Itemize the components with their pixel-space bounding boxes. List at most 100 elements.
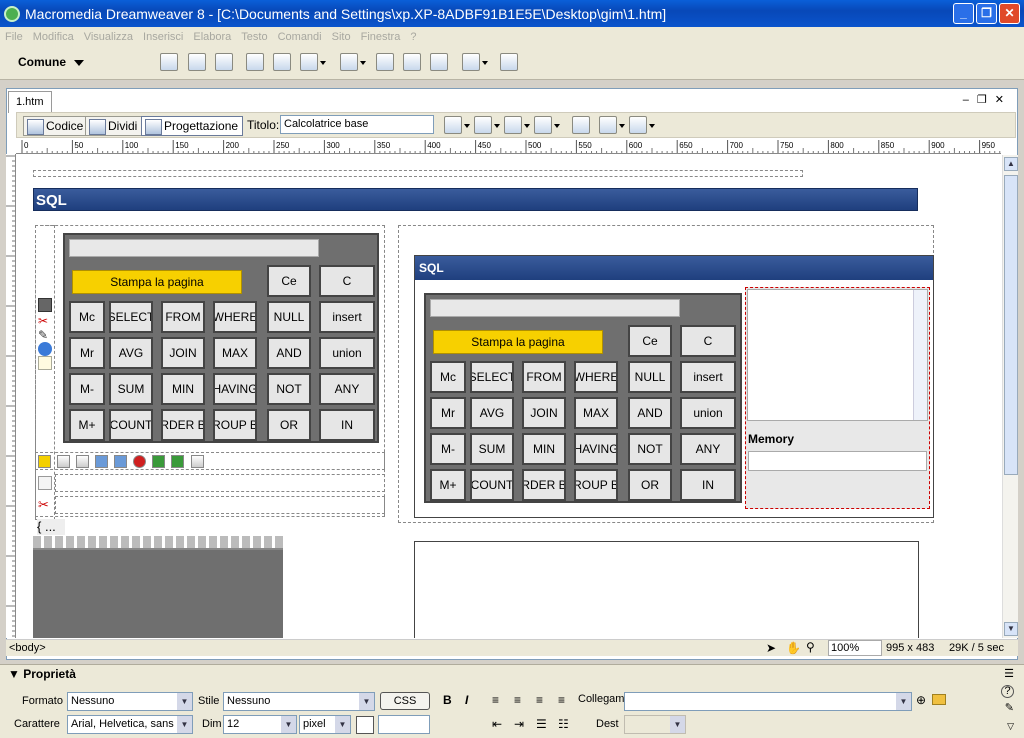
design-canvas[interactable]: SQL ✂ ✎ Stampa la pagina Ce C Mc SELECT FR… bbox=[17, 155, 1002, 638]
delete-icon[interactable] bbox=[133, 455, 147, 468]
calc-key-roup-b-right[interactable]: ROUP B bbox=[574, 469, 618, 501]
calc-key-m--right[interactable]: M- bbox=[430, 433, 466, 465]
calc-key-count[interactable]: COUNT bbox=[109, 409, 153, 441]
calc-key-m-[interactable]: M+ bbox=[69, 409, 105, 441]
calculator-display[interactable] bbox=[69, 239, 319, 257]
calc-key-sum-right[interactable]: SUM bbox=[470, 433, 514, 465]
numbered-list-icon[interactable]: ☷ bbox=[558, 717, 569, 731]
color-input[interactable] bbox=[378, 715, 430, 734]
font-select[interactable]: Arial, Helvetica, sans bbox=[67, 715, 193, 734]
restore-button[interactable]: ❐ bbox=[976, 3, 997, 24]
named-anchor-icon[interactable] bbox=[215, 53, 233, 71]
split-view-button[interactable]: Dividi bbox=[85, 116, 143, 136]
panel-options-icon[interactable]: ☰ bbox=[1004, 667, 1014, 680]
point-to-file-icon[interactable]: ⊕ bbox=[916, 693, 926, 707]
menu-elabora[interactable]: Elabora bbox=[188, 31, 236, 43]
zoom-select[interactable]: 100% bbox=[828, 640, 882, 656]
calc-key-select[interactable]: SELECT bbox=[109, 301, 153, 333]
properties-title[interactable]: ▼ Proprietà bbox=[8, 667, 76, 681]
menu-comandi[interactable]: Comandi bbox=[273, 31, 327, 43]
preview-icon[interactable] bbox=[474, 116, 500, 134]
align-center-icon[interactable]: ≡ bbox=[514, 693, 521, 707]
calc-key-where[interactable]: WHERE bbox=[213, 301, 257, 333]
tag-chooser-icon[interactable] bbox=[500, 53, 518, 71]
justify-icon[interactable]: ≡ bbox=[558, 693, 565, 707]
insert-category-dropdown[interactable]: Comune bbox=[18, 55, 84, 69]
link-input[interactable] bbox=[624, 692, 912, 711]
align-left-icon[interactable]: ≡ bbox=[492, 693, 499, 707]
doc-title-input[interactable]: Calcolatrice base bbox=[280, 115, 434, 134]
calc-key-rder-b-right[interactable]: RDER B bbox=[522, 469, 566, 501]
calc-key-null[interactable]: NULL bbox=[267, 301, 311, 333]
italic-button[interactable]: I bbox=[465, 693, 468, 707]
size-select[interactable]: 12 bbox=[223, 715, 297, 734]
image-icon[interactable] bbox=[300, 53, 326, 71]
menu-inserisci[interactable]: Inserisci bbox=[138, 31, 188, 43]
memory-input[interactable] bbox=[748, 451, 927, 471]
calc-key-min[interactable]: MIN bbox=[161, 373, 205, 405]
pencil-icon[interactable] bbox=[38, 455, 51, 468]
menu-help[interactable]: ? bbox=[405, 31, 421, 43]
save-icon[interactable] bbox=[114, 455, 128, 468]
edit-icon[interactable] bbox=[76, 455, 90, 468]
calc-key-or[interactable]: OR bbox=[267, 409, 311, 441]
calc-key-roup-b[interactable]: ROUP B bbox=[213, 409, 257, 441]
comment-icon[interactable] bbox=[403, 53, 421, 71]
ce-key-right[interactable]: Ce bbox=[628, 325, 672, 357]
calc-key-any-right[interactable]: ANY bbox=[680, 433, 736, 465]
help-icon[interactable]: ? bbox=[1001, 685, 1014, 698]
calc-key-from[interactable]: FROM bbox=[161, 301, 205, 333]
document-window-controls[interactable]: –❐✕ bbox=[963, 93, 1012, 106]
c-key-right[interactable]: C bbox=[680, 325, 736, 357]
calc-key-having[interactable]: HAVING bbox=[213, 373, 257, 405]
email-link-icon[interactable] bbox=[188, 53, 206, 71]
calc-key-where-right[interactable]: WHERE bbox=[574, 361, 618, 393]
c-key[interactable]: C bbox=[319, 265, 375, 297]
menu-finestra[interactable]: Finestra bbox=[356, 31, 406, 43]
calc-key-insert[interactable]: insert bbox=[319, 301, 375, 333]
validate-icon[interactable] bbox=[444, 116, 470, 134]
target-select[interactable] bbox=[624, 715, 686, 734]
calc-key-max-right[interactable]: MAX bbox=[574, 397, 618, 429]
calc-key-not-right[interactable]: NOT bbox=[628, 433, 672, 465]
browse-folder-icon[interactable] bbox=[932, 694, 946, 705]
scroll-down-icon[interactable]: ▼ bbox=[1004, 622, 1018, 636]
format-select[interactable]: Nessuno bbox=[67, 692, 193, 711]
pointer-icon[interactable]: ➤ bbox=[766, 641, 776, 655]
media-icon[interactable] bbox=[340, 53, 366, 71]
calc-key-union[interactable]: union bbox=[319, 337, 375, 369]
scroll-thumb[interactable] bbox=[1004, 175, 1018, 475]
memory-textarea[interactable] bbox=[747, 289, 928, 421]
calc-key-join[interactable]: JOIN bbox=[161, 337, 205, 369]
expand-icon[interactable]: ▽ bbox=[1007, 721, 1014, 732]
print-button-right[interactable]: Stampa la pagina bbox=[433, 330, 603, 354]
minimize-button[interactable]: _ bbox=[953, 3, 974, 24]
calc-key-and-right[interactable]: AND bbox=[628, 397, 672, 429]
calc-key-not[interactable]: NOT bbox=[267, 373, 311, 405]
calc-key-having-right[interactable]: HAVING bbox=[574, 433, 618, 465]
date-icon[interactable] bbox=[376, 53, 394, 71]
memory-scrollbar[interactable] bbox=[913, 290, 927, 420]
new-document-icon[interactable] bbox=[57, 455, 71, 468]
style-select[interactable]: Nessuno bbox=[223, 692, 375, 711]
menu-modifica[interactable]: Modifica bbox=[28, 31, 79, 43]
view-options-icon[interactable] bbox=[599, 116, 625, 134]
refresh-icon[interactable] bbox=[572, 116, 590, 134]
calc-key-any[interactable]: ANY bbox=[319, 373, 375, 405]
code-view-button[interactable]: Codice bbox=[23, 116, 89, 136]
calc-key-mr[interactable]: Mr bbox=[69, 337, 105, 369]
print-button[interactable]: Stampa la pagina bbox=[72, 270, 242, 294]
window-size[interactable]: 995 x 483 bbox=[886, 642, 934, 654]
calc-key-union-right[interactable]: union bbox=[680, 397, 736, 429]
menu-visualizza[interactable]: Visualizza bbox=[79, 31, 138, 43]
ce-key[interactable]: Ce bbox=[267, 265, 311, 297]
browser-check-icon[interactable] bbox=[534, 116, 560, 134]
calc-key-m-[interactable]: M- bbox=[69, 373, 105, 405]
bullet-list-icon[interactable]: ☰ bbox=[536, 717, 547, 731]
calc-key-insert-right[interactable]: insert bbox=[680, 361, 736, 393]
table-icon[interactable] bbox=[246, 53, 264, 71]
calc-key-select-right[interactable]: SELECT bbox=[470, 361, 514, 393]
calc-key-and[interactable]: AND bbox=[267, 337, 311, 369]
printer-icon[interactable] bbox=[190, 455, 204, 468]
menu-sito[interactable]: Sito bbox=[327, 31, 356, 43]
